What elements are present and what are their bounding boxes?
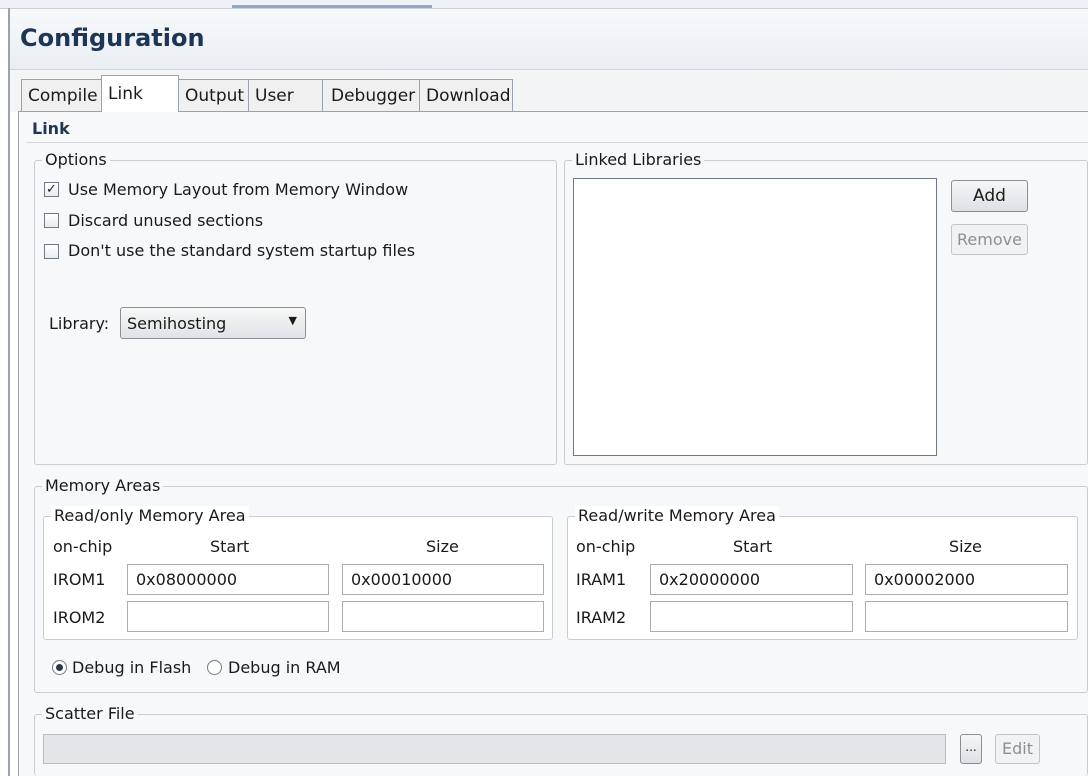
window-top-strip [0, 0, 1088, 9]
library-label: Library: [49, 314, 110, 333]
irom1-start-field[interactable]: 0x08000000 [127, 564, 329, 595]
tab-download[interactable]: Download [419, 79, 513, 111]
window-left-border [8, 8, 10, 776]
irom1-size-field[interactable]: 0x00010000 [342, 564, 544, 595]
readonly-col-start: Start [210, 537, 250, 556]
scatter-file-field[interactable] [43, 734, 946, 764]
irom1-label: IROM1 [53, 570, 106, 589]
iram2-start-field[interactable] [650, 601, 853, 632]
tab-compile[interactable]: Compile [21, 79, 102, 111]
readonly-col-onchip: on-chip [53, 537, 113, 556]
window-title-accent [232, 5, 432, 8]
discard-unused-checkbox[interactable] [44, 213, 59, 228]
linked-libraries-list[interactable] [573, 178, 937, 456]
iram2-label: IRAM2 [576, 608, 627, 627]
library-select-value: Semihosting [127, 314, 227, 333]
tab-debugger[interactable]: Debugger [322, 79, 420, 111]
irom2-size-field[interactable] [342, 601, 544, 632]
readonly-memory-legend: Read/only Memory Area [51, 506, 249, 525]
use-memory-layout-checkbox[interactable]: ✓ [44, 182, 59, 197]
irom2-start-field[interactable] [127, 601, 329, 632]
tab-user[interactable]: User [248, 79, 323, 111]
iram1-start-field[interactable]: 0x20000000 [650, 564, 853, 595]
browse-scatter-button[interactable]: ... [960, 734, 982, 764]
edit-scatter-button[interactable]: Edit [995, 734, 1040, 764]
no-startup-files-label: Don't use the standard system startup fi… [68, 241, 416, 260]
linked-libraries-legend: Linked Libraries [572, 150, 705, 169]
scatter-file-legend: Scatter File [42, 704, 138, 723]
debug-in-flash-radio[interactable] [52, 660, 67, 675]
iram1-size-field[interactable]: 0x00002000 [865, 564, 1068, 595]
page-title: Configuration [20, 24, 205, 52]
iram2-size-field[interactable] [865, 601, 1068, 632]
memory-areas-legend: Memory Areas [42, 476, 164, 495]
readonly-col-size: Size [426, 537, 459, 556]
iram1-label: IRAM1 [576, 570, 627, 589]
library-select[interactable]: Semihosting ▼ [120, 307, 306, 339]
debug-in-ram-radio[interactable] [207, 660, 222, 675]
no-startup-files-checkbox[interactable] [44, 244, 59, 259]
tab-link[interactable]: Link [101, 75, 179, 112]
options-legend: Options [42, 150, 110, 169]
irom2-label: IROM2 [53, 608, 106, 627]
debug-in-flash-label: Debug in Flash [72, 658, 192, 677]
readwrite-memory-legend: Read/write Memory Area [575, 506, 779, 525]
chevron-down-icon: ▼ [288, 314, 297, 327]
section-title: Link [32, 119, 70, 138]
remove-library-button[interactable]: Remove [951, 224, 1028, 255]
add-library-button[interactable]: Add [951, 180, 1028, 212]
debug-in-ram-label: Debug in RAM [228, 658, 341, 677]
readwrite-col-start: Start [733, 537, 773, 556]
readwrite-col-onchip: on-chip [576, 537, 636, 556]
discard-unused-label: Discard unused sections [68, 211, 264, 230]
tab-output[interactable]: Output [178, 79, 249, 111]
section-divider [26, 142, 1088, 143]
readwrite-col-size: Size [949, 537, 982, 556]
use-memory-layout-label: Use Memory Layout from Memory Window [68, 180, 409, 199]
